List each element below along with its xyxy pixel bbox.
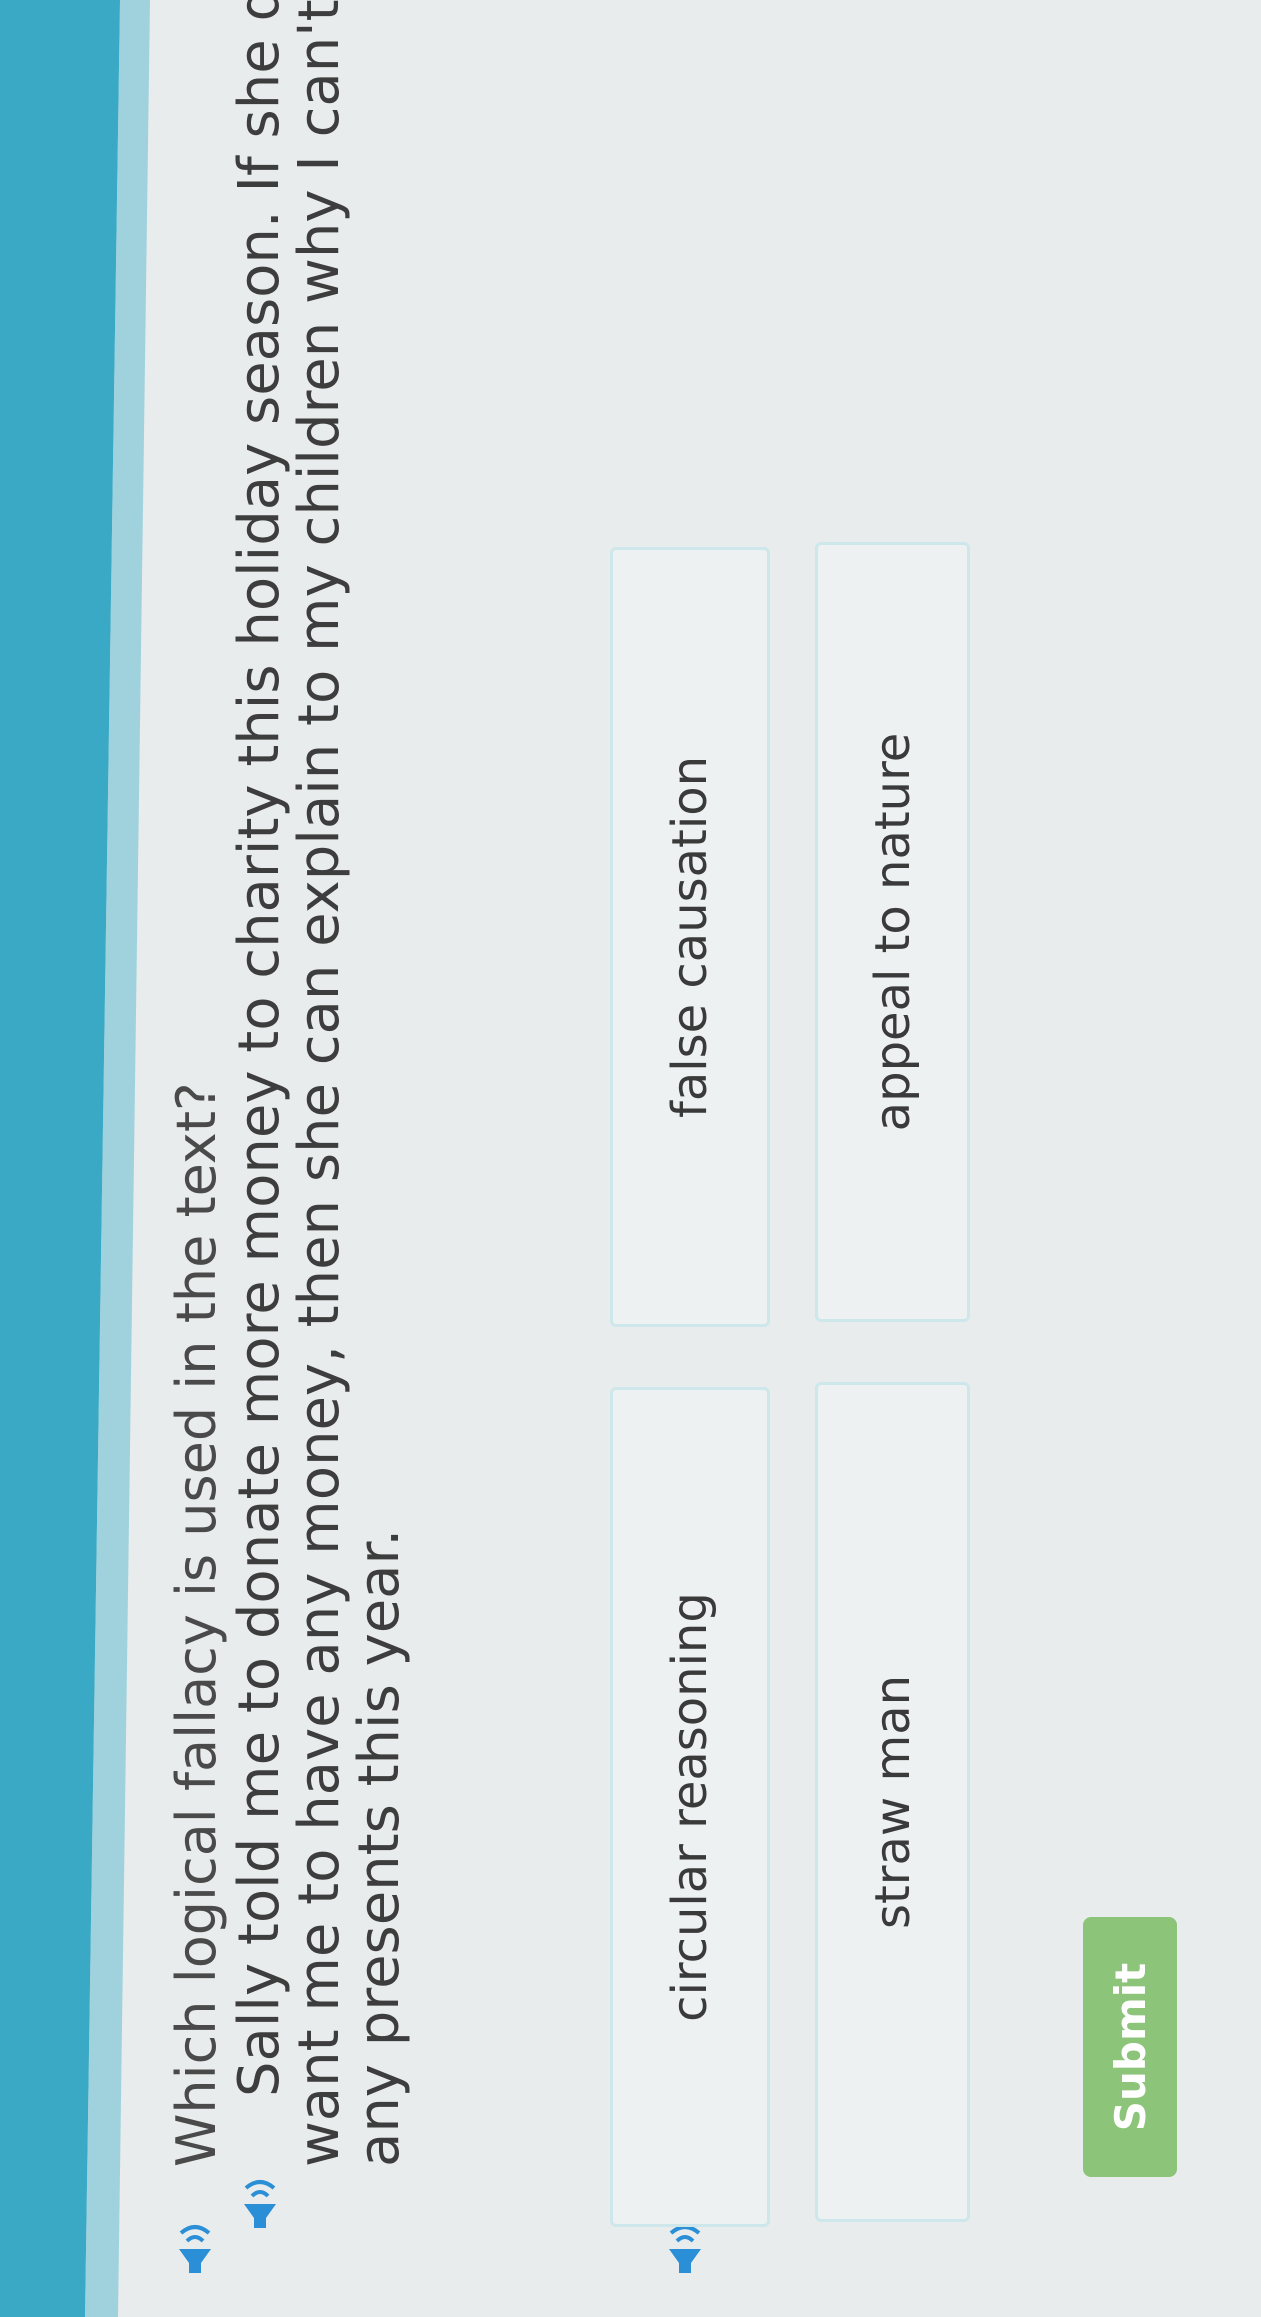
choice-label: appeal to nature xyxy=(864,732,921,1132)
choice-label: circular reasoning xyxy=(662,1592,718,2022)
choice-label: straw man xyxy=(864,1674,921,1930)
passage-line: Sally told me to donate more money to ch… xyxy=(227,0,292,2097)
question-text: Which logical fallacy is used in the tex… xyxy=(165,1082,228,2167)
question-panel: Which logical fallacy is used in the tex… xyxy=(0,0,1261,2317)
speaker-icon[interactable] xyxy=(175,2213,215,2277)
choice-label: false causation xyxy=(662,755,718,1119)
choice-straw-man[interactable]: straw man xyxy=(815,1382,970,2222)
passage-text: Sally told me to donate more money to ch… xyxy=(227,0,412,2167)
passage-line: any presents this year. xyxy=(347,1528,412,2167)
passage-line: want me to have any money, then she can … xyxy=(287,0,352,2167)
choice-circular-reasoning[interactable]: circular reasoning xyxy=(610,1387,770,2227)
submit-button[interactable]: Submit xyxy=(1083,1917,1177,2177)
choice-appeal-to-nature[interactable]: appeal to nature xyxy=(815,542,970,1322)
choice-false-causation[interactable]: false causation xyxy=(610,547,770,1327)
speaker-icon[interactable] xyxy=(240,2168,280,2232)
